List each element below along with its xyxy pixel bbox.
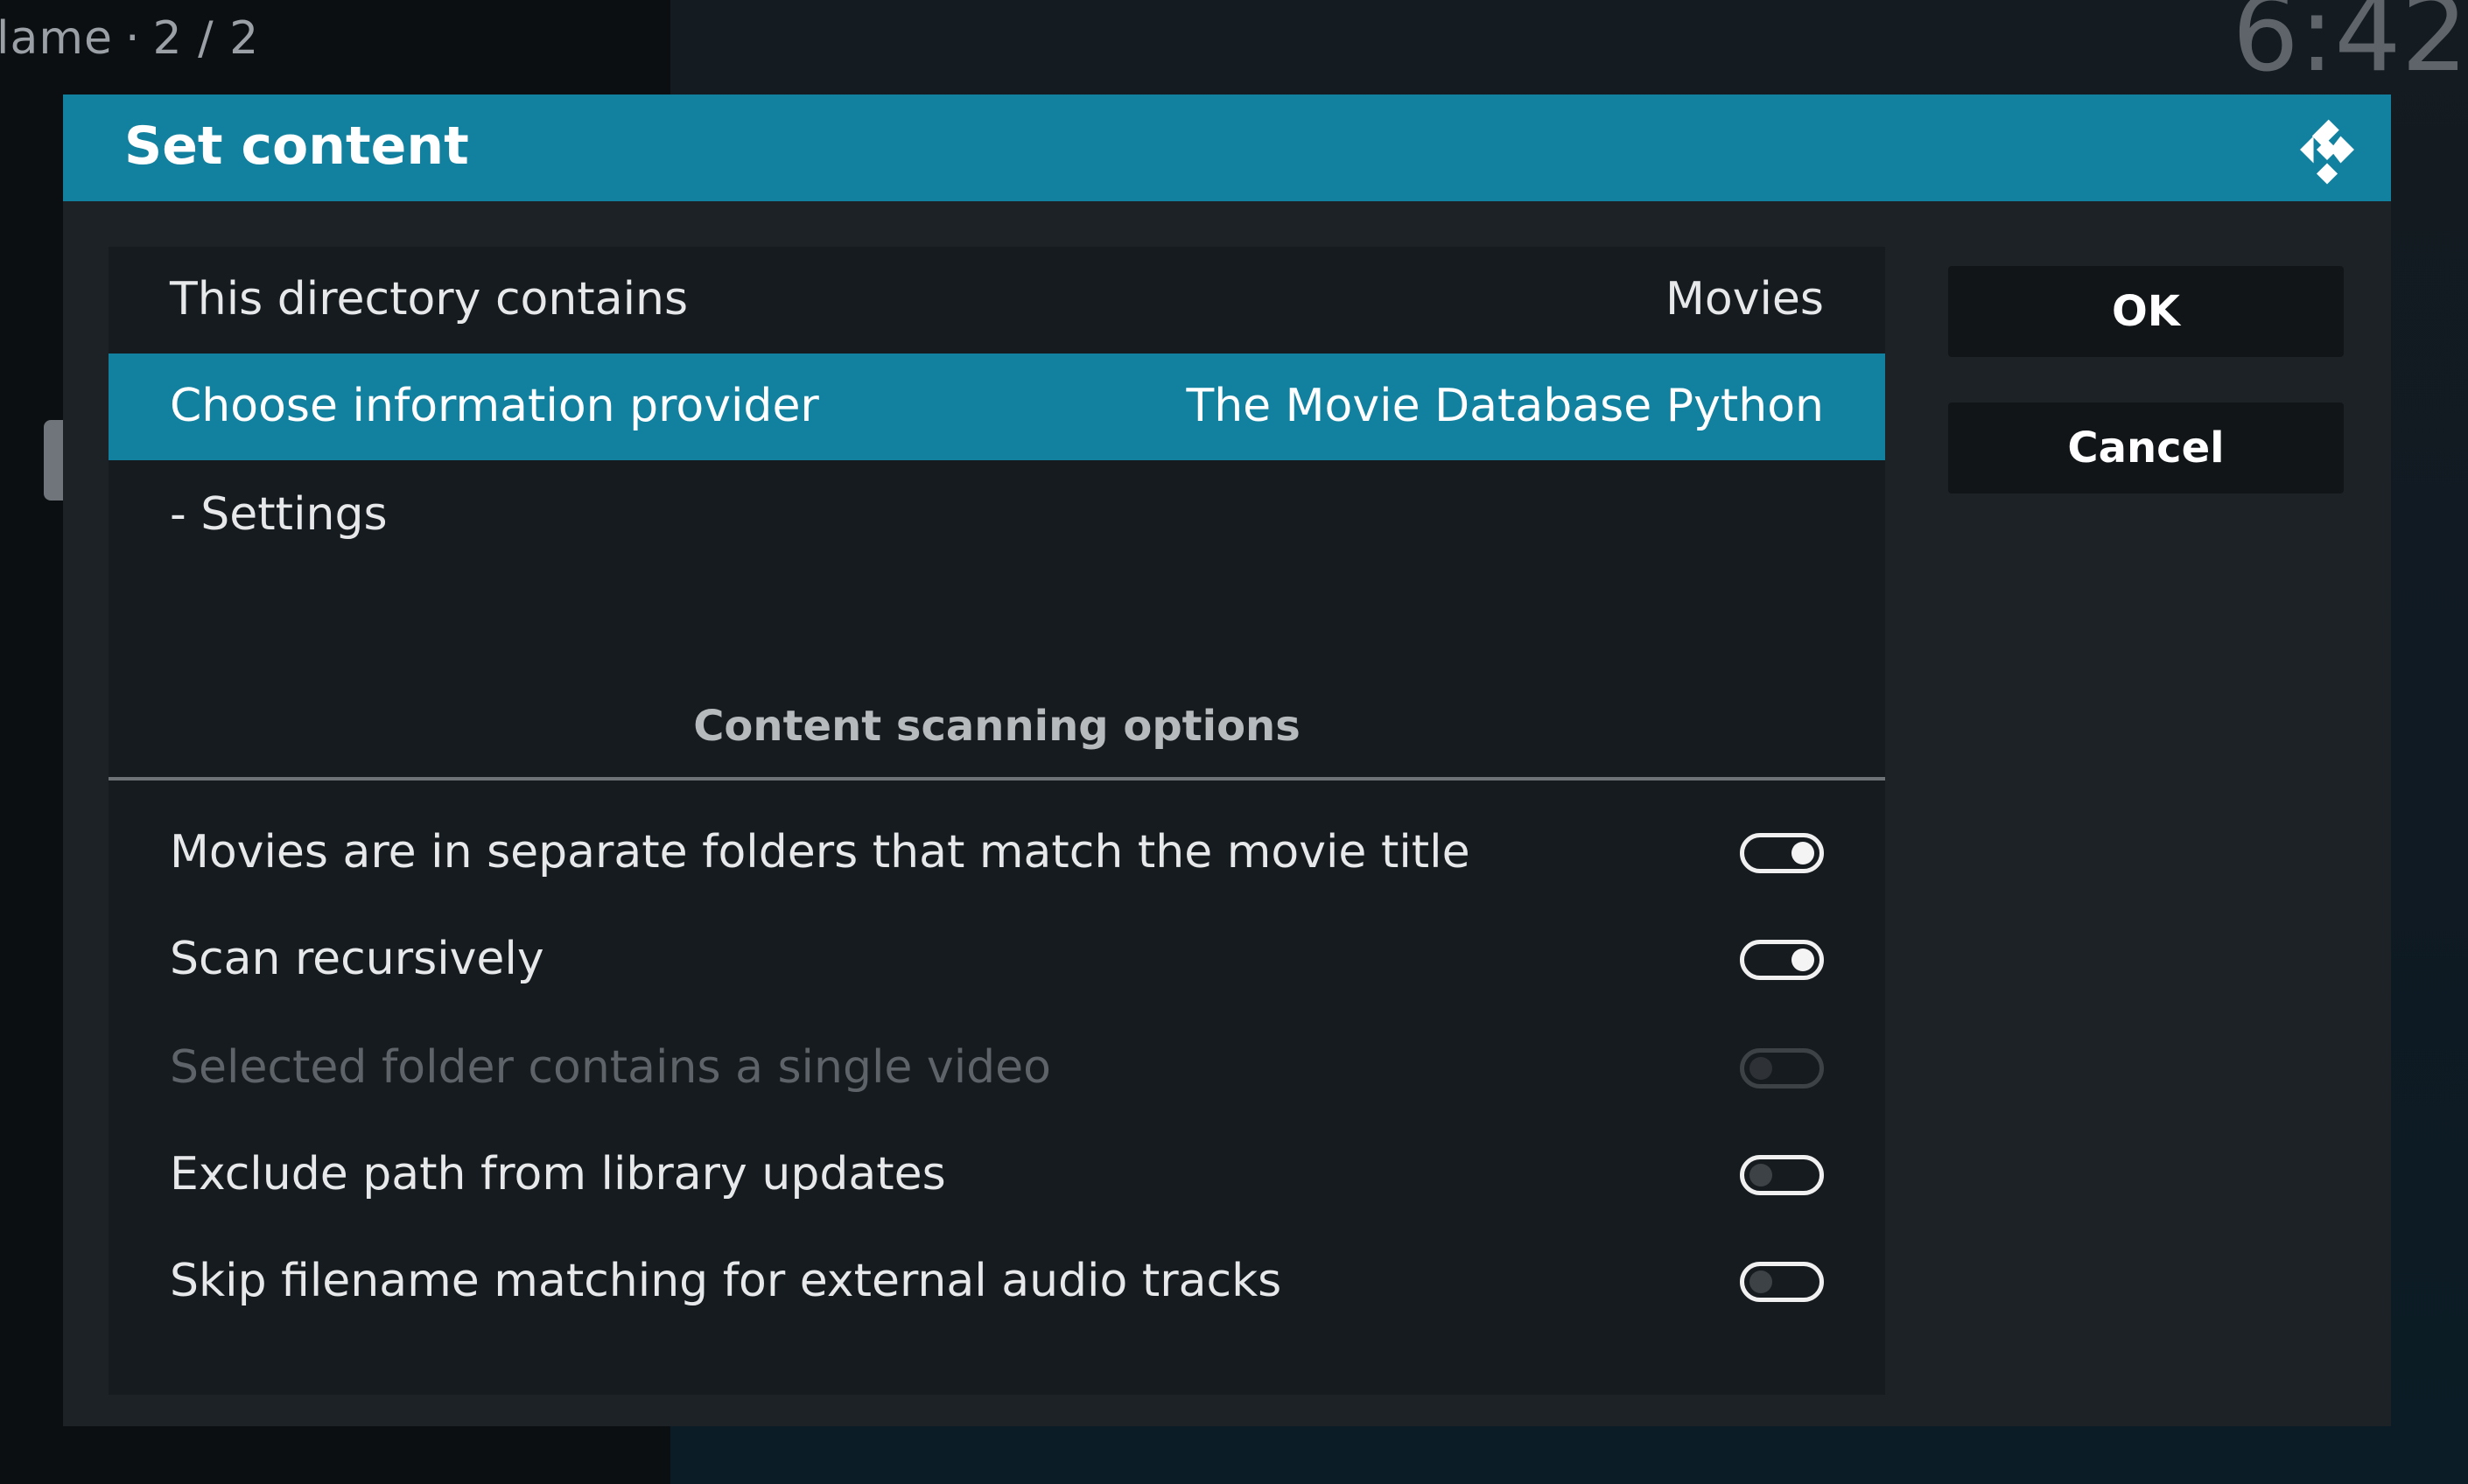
background-breadcrumb: lame · 2 / 2 — [0, 12, 259, 65]
option-toggle[interactable] — [1740, 833, 1824, 873]
breadcrumb-name: lame — [0, 12, 113, 65]
cancel-button[interactable]: Cancel — [1948, 402, 2344, 494]
kodi-logo-icon — [2300, 119, 2354, 185]
toggle-knob — [1749, 1057, 1772, 1080]
option-toggle — [1740, 1048, 1824, 1088]
breadcrumb-page: 2 / 2 — [152, 12, 260, 65]
option-skip-filename-matching[interactable]: Skip filename matching for external audi… — [109, 1228, 1885, 1335]
setting-information-provider-label: Choose information provider — [170, 380, 819, 432]
breadcrumb-separator: · — [124, 12, 141, 65]
toggle-knob — [1749, 1270, 1772, 1293]
option-label: Movies are in separate folders that matc… — [170, 826, 1470, 878]
dialog-title: Set content — [124, 116, 469, 177]
setting-provider-settings-label: - Settings — [170, 488, 388, 541]
set-content-dialog: Set content This directory contains Movi… — [63, 94, 2391, 1426]
option-scan-recursively[interactable]: Scan recursively — [109, 906, 1885, 1013]
setting-provider-settings[interactable]: - Settings — [109, 462, 1885, 569]
screen: lame · 2 / 2 6:42 Set content This directo… — [0, 0, 2468, 1484]
setting-information-provider-value: The Movie Database Python — [1186, 380, 1824, 432]
settings-list: This directory contains Movies Choose in… — [109, 247, 1885, 1395]
dialog-header: Set content — [63, 94, 2391, 201]
option-separate-folders[interactable]: Movies are in separate folders that matc… — [109, 800, 1885, 906]
toggle-knob — [1791, 948, 1814, 971]
option-label: Exclude path from library updates — [170, 1148, 946, 1200]
ok-button[interactable]: OK — [1948, 266, 2344, 357]
background-clock: 6:42 — [2232, 0, 2468, 95]
setting-directory-contains[interactable]: This directory contains Movies — [109, 247, 1885, 354]
section-title: Content scanning options — [693, 702, 1301, 751]
section-divider — [109, 777, 1885, 780]
option-label: Selected folder contains a single video — [170, 1041, 1051, 1094]
toggle-knob — [1749, 1164, 1772, 1186]
option-toggle[interactable] — [1740, 940, 1824, 980]
option-toggle[interactable] — [1740, 1155, 1824, 1195]
toggle-knob — [1791, 842, 1814, 864]
setting-directory-contains-value: Movies — [1665, 273, 1824, 326]
setting-information-provider[interactable]: Choose information provider The Movie Da… — [109, 354, 1885, 460]
content-scanning-section-header: Content scanning options — [109, 684, 1885, 780]
option-single-video: Selected folder contains a single video — [109, 1015, 1885, 1122]
option-label: Skip filename matching for external audi… — [170, 1255, 1282, 1307]
option-toggle[interactable] — [1740, 1262, 1824, 1302]
option-label: Scan recursively — [170, 933, 544, 985]
setting-directory-contains-label: This directory contains — [170, 273, 689, 326]
option-exclude-path[interactable]: Exclude path from library updates — [109, 1122, 1885, 1228]
